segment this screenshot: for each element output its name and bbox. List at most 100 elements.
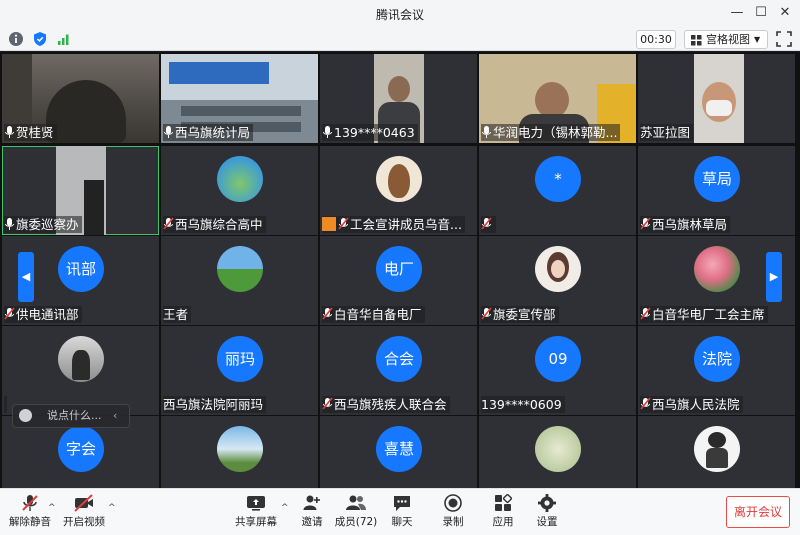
participant-name: 供电通讯部 <box>4 306 82 323</box>
record-icon <box>444 494 462 512</box>
avatar <box>535 246 581 292</box>
next-page-arrow[interactable]: ▶ <box>766 252 782 302</box>
participant-name-text: 供电通讯部 <box>16 307 79 322</box>
shield-icon[interactable] <box>32 31 48 47</box>
participant-name-text: 旗委宣传部 <box>493 307 556 322</box>
participant-tile[interactable]: 139****0463 <box>320 54 477 143</box>
members-button[interactable]: 成员(72) <box>330 493 382 533</box>
participant-tile[interactable]: 法院 西乌旗人民法院 <box>638 326 795 415</box>
muted-microphone-icon <box>640 307 651 321</box>
participant-name: 西乌旗人民法院 <box>640 396 743 413</box>
avatar <box>535 426 581 472</box>
share-screen-button[interactable]: 共享屏幕 <box>230 493 282 533</box>
participant-name-text: 139****0609 <box>481 397 562 412</box>
avatar: 合会 <box>376 336 422 382</box>
participant-name-text: 西乌旗残疾人联合会 <box>334 397 447 412</box>
participant-name: 工会宣讲成员乌音... <box>322 216 465 233</box>
participant-name: 西乌旗林草局 <box>640 216 731 233</box>
participant-name-text: 西乌旗法院阿丽玛 <box>163 397 264 412</box>
apps-label: 应用 <box>492 516 514 528</box>
participant-tile[interactable]: 旗委宣传部 <box>479 236 636 325</box>
microphone-icon <box>163 125 174 139</box>
share-screen-label: 共享屏幕 <box>235 516 277 528</box>
participant-name: 西乌旗统计局 <box>163 124 254 141</box>
participant-name: 白音华电厂工会主席 <box>640 306 768 323</box>
participant-tile[interactable]: 草局 西乌旗林草局 <box>638 146 795 235</box>
participant-name-text: 王者 <box>163 307 189 322</box>
window-title: 腾讯会议 <box>375 8 424 22</box>
chat-quick-input[interactable]: 说点什么... ‹ <box>12 404 130 428</box>
participant-name-text: 苏亚拉图 <box>640 125 691 140</box>
participant-tile[interactable]: 09 139****0609 <box>479 326 636 415</box>
signal-icon[interactable] <box>56 31 72 47</box>
participant-tile[interactable]: 王者 <box>161 236 318 325</box>
start-video-button[interactable]: 开启视频 <box>58 493 110 533</box>
participant-name-text: 旗委巡察办 <box>16 217 79 232</box>
participant-tile[interactable] <box>638 416 795 488</box>
participant-tile[interactable]: 电厂 白音华自备电厂 <box>320 236 477 325</box>
chat-button[interactable]: 聊天 <box>376 493 428 533</box>
participant-tile[interactable]: 喜慧 <box>320 416 477 488</box>
muted-microphone-icon <box>481 307 492 321</box>
settings-button[interactable]: 设置 <box>521 493 573 533</box>
participant-tile[interactable] <box>479 416 636 488</box>
info-icon[interactable] <box>8 31 24 47</box>
video-options-chevron-icon[interactable]: ^ <box>108 503 116 513</box>
start-video-label: 开启视频 <box>63 516 105 528</box>
participant-name: 139****0609 <box>481 396 565 413</box>
previous-page-arrow[interactable]: ◀ <box>18 252 34 302</box>
avatar: 丽玛 <box>217 336 263 382</box>
record-button[interactable]: 录制 <box>427 493 479 533</box>
emoji-icon[interactable] <box>19 409 32 422</box>
participant-video <box>694 54 744 143</box>
participant-tile-active-speaker[interactable]: 旗委巡察办 <box>2 146 159 235</box>
leave-meeting-button[interactable]: 离开会议 <box>726 496 790 528</box>
maximize-button[interactable]: ☐ <box>750 3 772 23</box>
participant-name-text: 工会宣讲成员乌音... <box>350 217 462 232</box>
chevron-down-icon: ▼ <box>754 35 761 44</box>
participant-tile[interactable]: 西乌旗统计局 <box>161 54 318 143</box>
view-mode-dropdown[interactable]: 宫格视图 ▼ <box>684 30 768 49</box>
muted-microphone-icon <box>322 307 333 321</box>
microphone-icon <box>481 125 492 139</box>
participant-tile[interactable]: 合会 西乌旗残疾人联合会 <box>320 326 477 415</box>
avatar <box>217 426 263 472</box>
avatar: 09 <box>535 336 581 382</box>
participant-tile[interactable]: 贺桂贤 <box>2 54 159 143</box>
participant-name: 西乌旗法院阿丽玛 <box>163 396 267 413</box>
participant-tile[interactable]: 华润电力（锡林郭勒... <box>479 54 636 143</box>
collapse-chat-icon[interactable]: ‹ <box>113 405 117 427</box>
apps-icon <box>495 493 513 511</box>
participant-tile[interactable]: 西乌旗综合高中 <box>161 146 318 235</box>
avatar <box>376 156 422 202</box>
participant-name-text: 白音华电厂工会主席 <box>652 307 765 322</box>
participant-tile[interactable]: * <box>479 146 636 235</box>
gear-icon <box>538 494 556 512</box>
muted-microphone-icon <box>322 397 333 411</box>
participant-tile[interactable]: 苏亚拉图 <box>638 54 795 143</box>
muted-microphone-icon <box>163 217 174 231</box>
participant-name: 贺桂贤 <box>4 124 57 141</box>
title-bar: 腾讯会议 — ☐ ✕ <box>0 0 800 29</box>
chat-placeholder: 说点什么... <box>47 409 102 422</box>
participant-tile[interactable]: 工会宣讲成员乌音... <box>320 146 477 235</box>
unmute-button[interactable]: 解除静音 <box>4 493 56 533</box>
grid-view-icon <box>691 34 702 46</box>
audio-options-chevron-icon[interactable]: ^ <box>48 503 56 513</box>
minimize-button[interactable]: — <box>726 3 748 23</box>
participant-name-text: 西乌旗综合高中 <box>175 217 263 232</box>
fullscreen-icon[interactable] <box>776 31 792 47</box>
record-label: 录制 <box>442 516 464 528</box>
participant-name: 旗委宣传部 <box>481 306 559 323</box>
participant-tile[interactable] <box>161 416 318 488</box>
participant-tile[interactable]: 丽玛 西乌旗法院阿丽玛 <box>161 326 318 415</box>
muted-microphone-icon <box>481 217 492 231</box>
participant-tile[interactable] <box>2 326 159 415</box>
microphone-icon <box>322 125 333 139</box>
invite-label: 邀请 <box>301 516 323 528</box>
avatar <box>58 336 104 382</box>
microphone-icon <box>4 125 15 139</box>
close-button[interactable]: ✕ <box>774 3 796 23</box>
avatar: 法院 <box>694 336 740 382</box>
muted-microphone-icon <box>640 397 651 411</box>
